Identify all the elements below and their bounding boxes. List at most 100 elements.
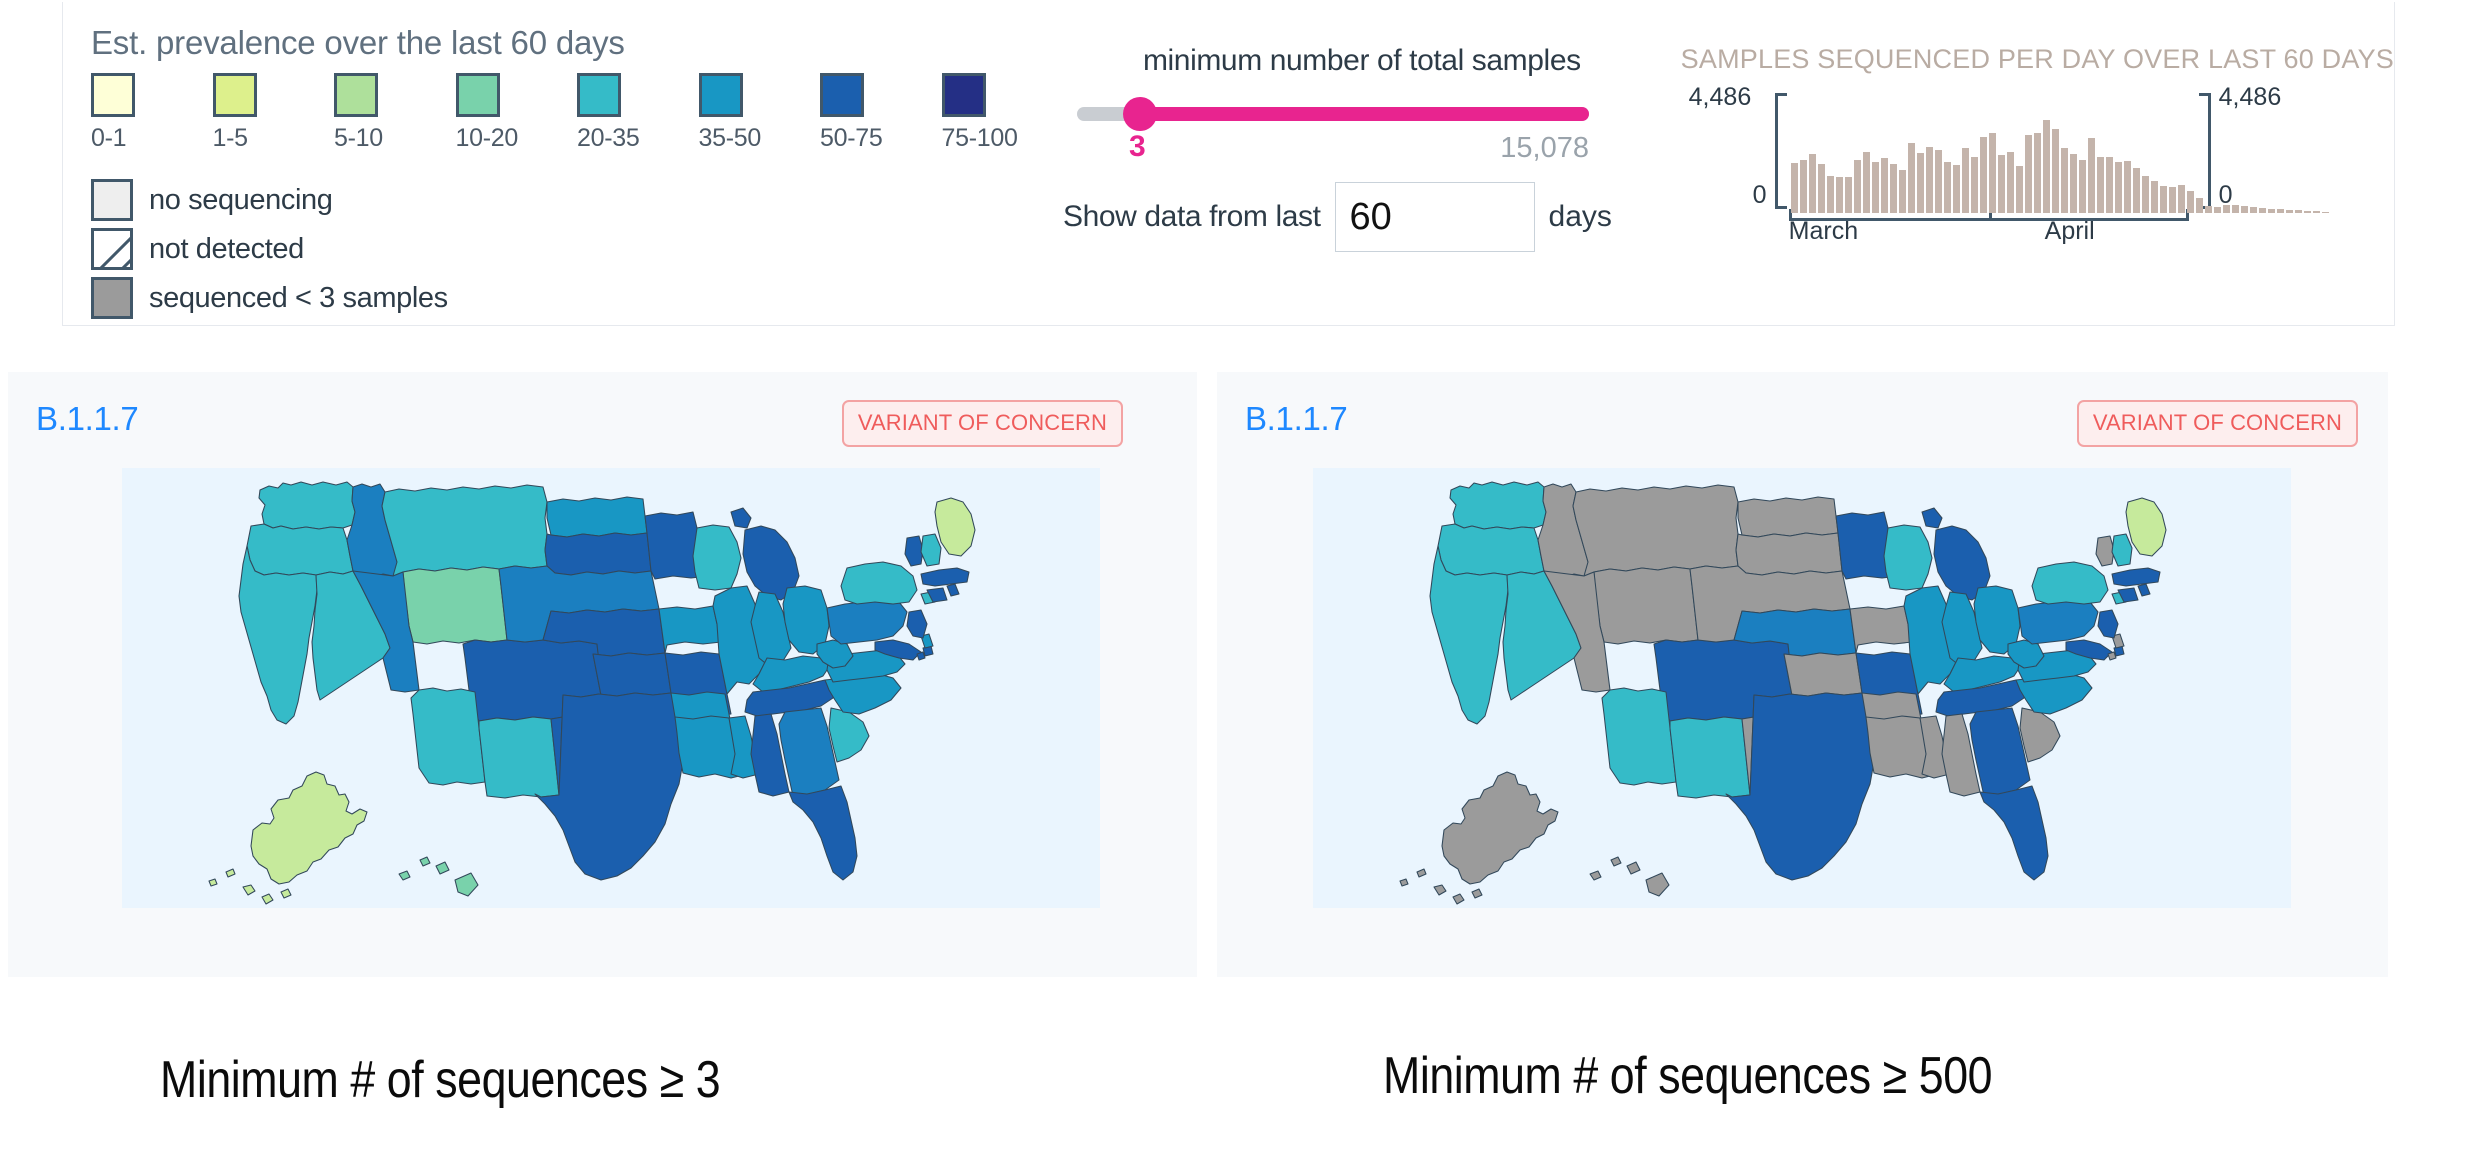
mini-chart-bar [1997, 155, 2005, 213]
us-choropleth-left[interactable] [122, 468, 1100, 908]
mini-chart-bar [2222, 205, 2230, 213]
legend-swatch-icon [820, 73, 864, 117]
legend-swatch-icon [91, 179, 133, 221]
map-card-min3: B.1.1.7 VARIANT OF CONCERN [8, 372, 1197, 977]
mini-chart-bar [2150, 181, 2158, 213]
legend-swatch-icon [577, 73, 621, 117]
state-MT[interactable] [1572, 484, 1739, 577]
caption-row: Minimum # of sequences ≥ 3 Minimum # of … [0, 1028, 2467, 1138]
mini-chart-bar [2051, 129, 2059, 213]
status-badge-right: VARIANT OF CONCERN [2076, 400, 2358, 447]
caption-min500: Minimum # of sequences ≥ 500 [1383, 1047, 1993, 1105]
legend-bin-label: 35-50 [698, 124, 762, 152]
legend-swatch-row: 0-1 1-5 5-10 10-20 20-35 35-50 50-75 75-100 [91, 73, 1063, 153]
mini-chart-bar [2177, 184, 2185, 213]
mini-chart-bar [2087, 138, 2095, 213]
mini-chart-bar [1970, 156, 1978, 213]
mini-chart-bars [1790, 103, 2329, 213]
legend-bin-label: 0-1 [91, 124, 127, 152]
state-DC[interactable] [2107, 651, 2117, 661]
legend-bin-label: 5-10 [334, 124, 383, 152]
lineage-title-right[interactable]: B.1.1.7 [1245, 400, 1348, 438]
days-prefix-label: Show data from last [1063, 200, 1321, 233]
legend-special-label: sequenced < 3 samples [149, 281, 448, 314]
mini-chart-bar [2042, 120, 2050, 213]
slider-value-row: 3 15,078 [1077, 126, 1589, 164]
state-WA[interactable] [1449, 481, 1547, 530]
legend-swatch-icon [455, 73, 500, 117]
state-SD[interactable] [1735, 532, 1843, 576]
mini-chart-bar [2024, 134, 2032, 213]
mini-chart-bar [2267, 208, 2275, 213]
state-OR[interactable] [246, 523, 354, 576]
legend-bin-50-75: 50-75 [820, 73, 942, 153]
legend-special-label: not detected [149, 232, 304, 265]
mini-chart-bar [1844, 176, 1852, 213]
mini-chart-bar [2114, 161, 2122, 213]
legend-bin-75-100: 75-100 [941, 73, 1064, 153]
state-MT[interactable] [381, 484, 548, 577]
xaxis-tick-march: March [1788, 217, 1859, 245]
us-choropleth-right[interactable] [1312, 468, 2291, 908]
state-OR[interactable] [1437, 523, 1545, 576]
legend-bin-5-10: 5-10 [334, 73, 456, 153]
samples-per-day-chart: SAMPLES SEQUENCED PER DAY OVER LAST 60 D… [1661, 2, 2394, 249]
mini-chart-bar [1871, 161, 1879, 213]
mini-chart-bar [1862, 152, 1870, 213]
state-ND[interactable] [546, 496, 648, 538]
mini-chart-bar [2123, 161, 2131, 213]
slider-current-value: 3 [1129, 130, 1146, 163]
mini-chart-bar [2321, 211, 2329, 213]
state-NM[interactable] [478, 716, 560, 799]
legend-bin-0-1: 0-1 [91, 73, 213, 153]
mini-chart-bar [2258, 208, 2266, 213]
legend-swatch-icon [91, 277, 133, 319]
mini-chart-bar [2159, 185, 2167, 213]
mini-chart-bar [2249, 206, 2257, 213]
state-AZ[interactable] [1601, 687, 1677, 786]
mini-chart-plot: 4,486 0 4,486 0 March April [1681, 83, 2329, 249]
mini-chart-bar [1835, 176, 1843, 213]
days-control: Show data from last days [1063, 182, 1661, 252]
mini-chart-bar [1979, 137, 1987, 213]
legend-special-row: not detected [91, 228, 1063, 270]
mini-chart-bar [1817, 164, 1825, 213]
controls-panel: Est. prevalence over the last 60 days 0-… [62, 2, 2395, 326]
mini-chart-bar [2069, 154, 2077, 213]
mini-chart-bar [2186, 191, 2194, 213]
mini-chart-bar [1853, 159, 1861, 213]
mini-chart-bar [2105, 157, 2113, 213]
mini-chart-bar [2033, 132, 2041, 213]
mini-chart-bar [1826, 176, 1834, 213]
state-WY[interactable] [402, 566, 508, 645]
mini-chart-bar [2285, 209, 2293, 213]
mini-chart-bar [2096, 156, 2104, 213]
slider-fill [1139, 107, 1589, 121]
lineage-title-left[interactable]: B.1.1.7 [36, 400, 139, 438]
legend-bin-1-5: 1-5 [212, 73, 335, 153]
state-SD[interactable] [544, 532, 652, 576]
legend-swatch-icon [334, 73, 378, 117]
mini-chart-bar [2168, 186, 2176, 213]
legend-swatch-icon [698, 73, 743, 117]
legend-special-row: sequenced < 3 samples [91, 277, 1063, 319]
mini-chart-bar [2213, 207, 2221, 213]
legend-bin-10-20: 10-20 [455, 73, 578, 153]
slider-max-value: 15,078 [1500, 132, 1589, 164]
min-samples-slider[interactable] [1077, 97, 1589, 131]
mini-chart-bar [2303, 210, 2311, 213]
mini-chart-bar [1808, 153, 1816, 213]
state-NM[interactable] [1669, 716, 1751, 799]
mini-chart-bar [2312, 211, 2320, 213]
mini-chart-bar [2078, 159, 2086, 213]
state-WY[interactable] [1593, 566, 1699, 645]
state-WA[interactable] [258, 481, 356, 530]
mini-chart-bar [1943, 161, 1951, 213]
state-ND[interactable] [1737, 496, 1839, 538]
days-input[interactable] [1334, 182, 1535, 252]
legend-bin-label: 1-5 [212, 124, 249, 152]
mini-chart-bar [1988, 133, 1996, 213]
mini-chart-bar [1907, 143, 1915, 213]
state-DC[interactable] [916, 651, 926, 661]
state-AZ[interactable] [410, 687, 486, 786]
